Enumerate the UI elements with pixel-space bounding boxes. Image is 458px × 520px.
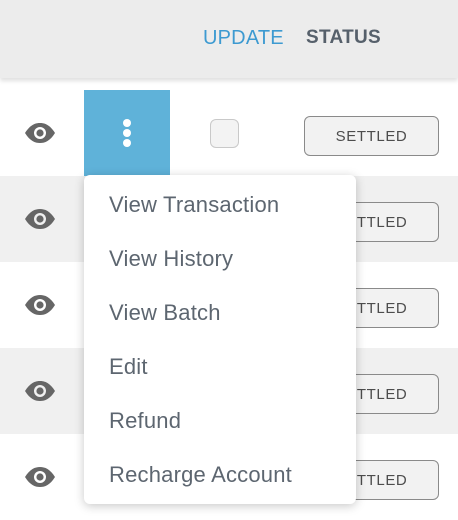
menu-item-refund[interactable]: Refund: [84, 394, 356, 448]
menu-item-edit[interactable]: Edit: [84, 340, 356, 394]
row-actions-menu: View Transaction View History View Batch…: [84, 175, 356, 504]
vertical-ellipsis-dot: [123, 129, 131, 137]
eye-icon[interactable]: [24, 466, 56, 488]
table-row: SETTLED: [0, 90, 458, 176]
vertical-ellipsis-dot: [123, 139, 131, 147]
update-column-header[interactable]: UPDATE: [203, 27, 284, 50]
menu-item-recharge-account[interactable]: Recharge Account: [84, 448, 356, 502]
menu-item-view-history[interactable]: View History: [84, 232, 356, 286]
eye-icon[interactable]: [24, 294, 56, 316]
vertical-ellipsis-icon: [123, 119, 131, 127]
eye-icon[interactable]: [24, 380, 56, 402]
status-badge[interactable]: SETTLED: [304, 116, 439, 156]
row-actions-button[interactable]: [84, 90, 170, 176]
menu-item-view-batch[interactable]: View Batch: [84, 286, 356, 340]
table-header: UPDATE STATUS: [0, 0, 458, 78]
eye-icon[interactable]: [24, 208, 56, 230]
update-checkbox[interactable]: [210, 119, 239, 148]
eye-icon[interactable]: [24, 122, 56, 144]
menu-item-view-transaction[interactable]: View Transaction: [84, 178, 356, 232]
status-column-header[interactable]: STATUS: [306, 27, 381, 49]
